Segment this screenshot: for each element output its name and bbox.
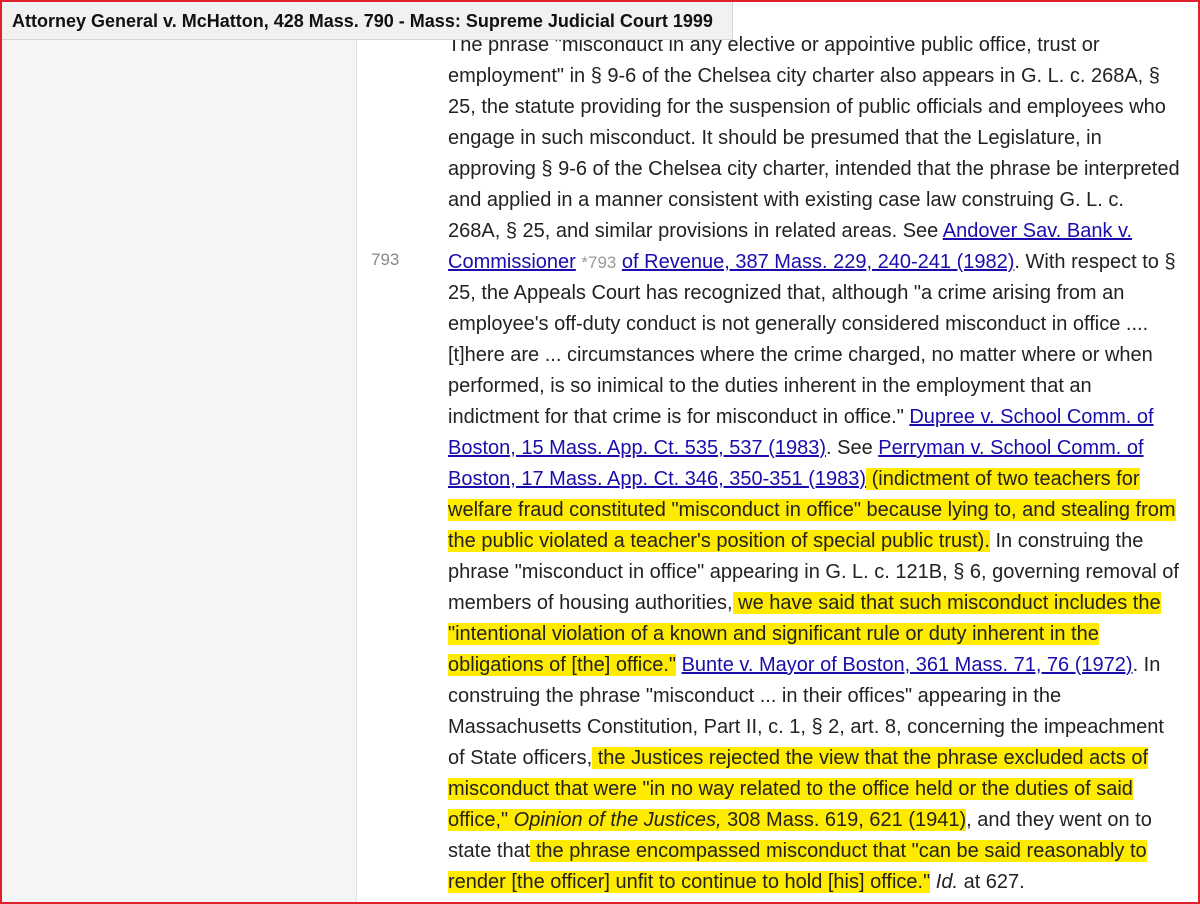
citation-link-dupree-cont[interactable]: Boston, 15 Mass. App. Ct. 535, 537 (1983… [448,437,826,459]
text-line: performed, is so inimical to the duties … [448,375,1092,397]
text-line: of State officers, the Justices rejected… [448,747,1149,769]
highlight: the Justices rejected the view that the … [592,747,1149,769]
text-line: render [the officer] unfit to continue t… [448,871,1025,893]
highlight: welfare fraud constituted "misconduct in… [448,499,1176,521]
citation-link-perryman-cont[interactable]: Boston, 17 Mass. App. Ct. 346, 350-351 (… [448,468,866,490]
text-line: 25, the statute providing for the suspen… [448,96,1166,118]
text-line: [t]here are ... circumstances where the … [448,344,1153,366]
text-line: "intentional violation of a known and si… [448,619,1198,650]
text-line: Boston, 17 Mass. App. Ct. 346, 350-351 (… [448,464,1198,495]
highlight: misconduct that were "in no way related … [448,778,1133,800]
text-line: construing the phrase "misconduct ... in… [448,685,1062,707]
citation-link-bunte[interactable]: Bunte v. Mayor of Boston, 361 Mass. 71, … [682,654,1133,676]
highlight: "intentional violation of a known and si… [448,623,1099,645]
text-line: members of housing authorities, we have … [448,592,1161,614]
highlight: we have said that such misconduct includ… [732,592,1161,614]
text-line: Boston, 15 Mass. App. Ct. 535, 537 (1983… [448,437,1144,459]
text-line: Massachusetts Constitution, Part II, c. … [448,716,1164,738]
opinion-text: The phrase "misconduct in any elective o… [448,30,1198,898]
citation-link-perryman[interactable]: Perryman v. School Comm. of [878,437,1143,459]
text-line: office," Opinion of the Justices, 308 Ma… [448,809,1152,831]
text-line: welfare fraud constituted "misconduct in… [448,495,1198,526]
document-title: Attorney General v. McHatton, 428 Mass. … [2,2,733,40]
citation-link-andover[interactable]: Andover Sav. Bank v. [943,220,1132,242]
text-line: 25, the Appeals Court has recognized tha… [448,282,1125,304]
highlight: the public violated a teacher's position… [448,530,990,552]
text-line: employee's off-duty conduct is not gener… [448,313,1149,335]
citation-link-andover-cont2[interactable]: of Revenue, 387 Mass. 229, 240-241 (1982… [622,251,1014,273]
text-line: 268A, § 25, and similar provisions in re… [448,220,1133,242]
text-line: Commissioner *793 of Revenue, 387 Mass. … [448,251,1176,273]
text-line: misconduct that were "in no way related … [448,774,1198,805]
id-italic: Id. [930,871,959,893]
highlight: office," Opinion of the Justices, 308 Ma… [448,809,967,831]
page-number-marker: 793 [371,250,400,269]
text-line: approving § 9-6 of the Chelsea city char… [448,158,1180,180]
highlight: (indictment of two teachers for [866,468,1140,490]
citation-link-dupree[interactable]: Dupree v. School Comm. of [909,406,1153,428]
text-line: and applied in a manner consistent with … [448,189,1124,211]
text-line: phrase "misconduct in office" appearing … [448,561,1179,583]
text-line: indictment for that crime is for miscond… [448,406,1154,428]
case-name-italic: Opinion of the Justices, [513,809,722,831]
page-frame: Attorney General v. McHatton, 428 Mass. … [0,0,1200,904]
text-line: employment" in § 9-6 of the Chelsea city… [448,65,1160,87]
text-line: obligations of [the] office." Bunte v. M… [448,654,1161,676]
highlight: the phrase encompassed misconduct that "… [530,840,1147,862]
text-line: the public violated a teacher's position… [448,530,1144,552]
text-line: state that the phrase encompassed miscon… [448,840,1147,862]
star-page-marker: *793 [581,253,617,272]
left-sidebar [2,2,357,902]
highlight: render [the officer] unfit to continue t… [448,871,931,893]
citation-link-andover-cont[interactable]: Commissioner [448,251,576,273]
highlight: obligations of [the] office." [448,654,676,676]
text-line: engage in such misconduct. It should be … [448,127,1102,149]
